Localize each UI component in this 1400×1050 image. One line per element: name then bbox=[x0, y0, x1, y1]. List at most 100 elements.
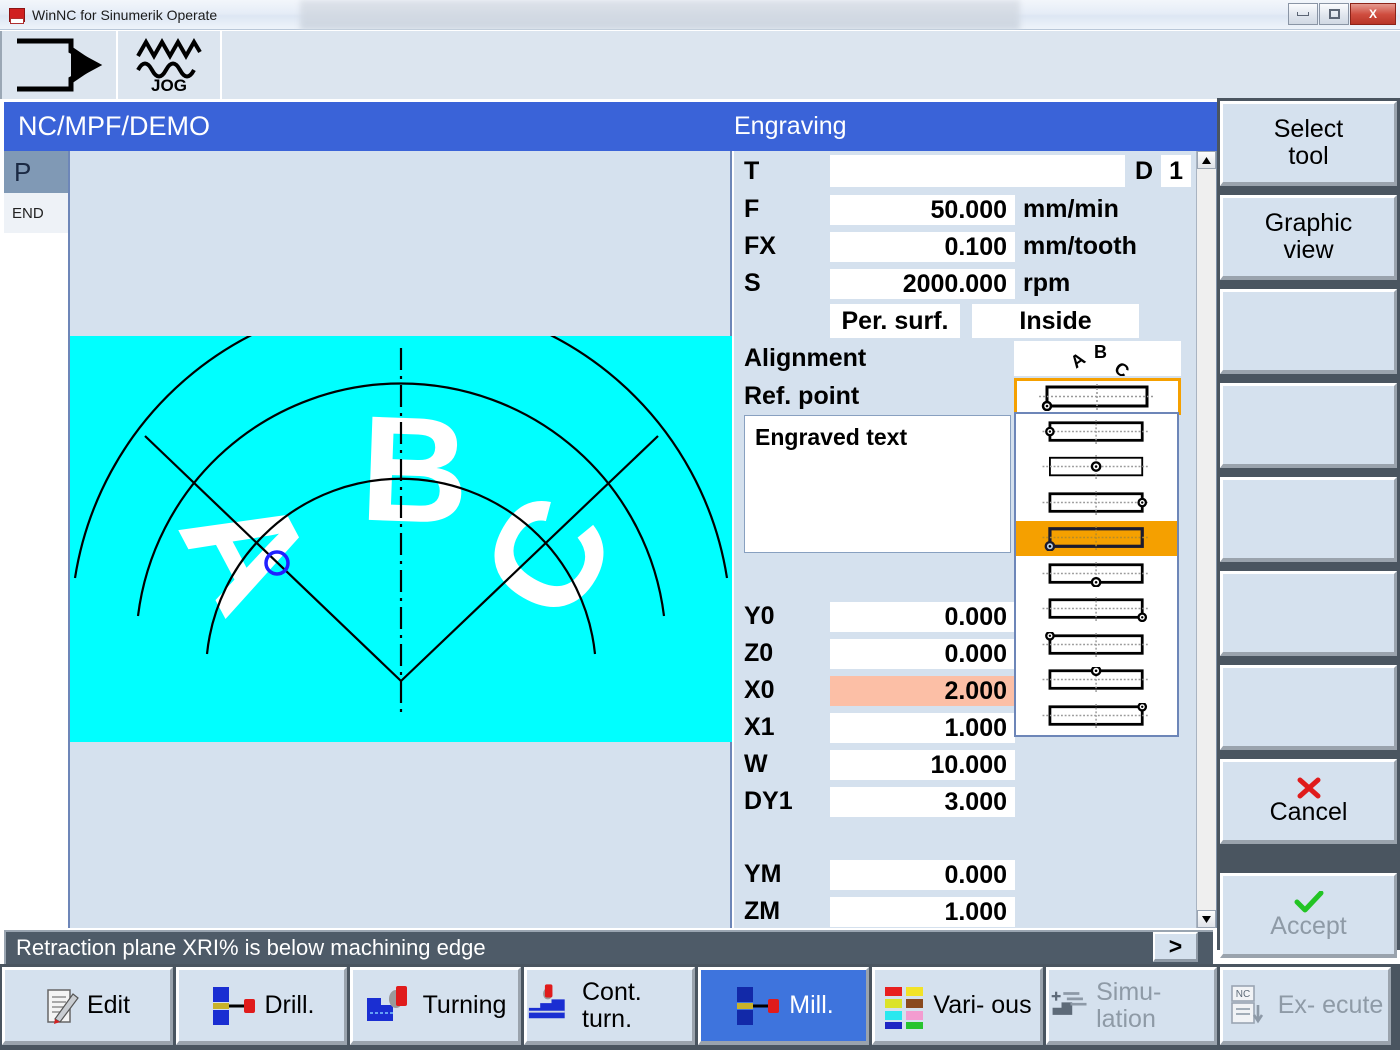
softkey-label: Drill. bbox=[265, 992, 315, 1018]
softkey-empty-6[interactable] bbox=[1220, 571, 1397, 656]
program-marker: P bbox=[4, 151, 68, 193]
coord-label: Z0 bbox=[744, 639, 830, 668]
parameter-scrollbar[interactable] bbox=[1196, 151, 1215, 928]
scroll-down-button[interactable] bbox=[1197, 910, 1216, 928]
green-check-icon bbox=[1293, 891, 1325, 913]
scroll-up-button[interactable] bbox=[1197, 151, 1216, 169]
horizontal-softkey-bar: Edit Drill. Turning bbox=[0, 964, 1400, 1050]
coordinate-row: Y0 0.000 bbox=[744, 598, 1015, 635]
ref-point-middle-center-icon bbox=[1037, 454, 1157, 480]
simulation-icon bbox=[1049, 986, 1090, 1026]
feed-per-tooth-input[interactable]: 0.100 bbox=[830, 232, 1015, 262]
softkey-drill[interactable]: Drill. bbox=[176, 967, 347, 1045]
softkey-label: Cont. turn. bbox=[582, 979, 692, 1032]
engraved-text-label: Engraved text bbox=[745, 416, 1010, 451]
engraved-text-field[interactable]: Engraved text bbox=[744, 415, 1011, 553]
ref-point-middle-right-icon bbox=[1037, 490, 1157, 516]
ref-point-option-selected[interactable] bbox=[1016, 521, 1177, 557]
softkey-empty-3[interactable] bbox=[1220, 289, 1397, 374]
vertical-softkey-bar: Select tool Graphic view Cancel Accept bbox=[1217, 98, 1400, 950]
softkey-mill[interactable]: Mill. bbox=[698, 967, 869, 1045]
softkey-label: Ex- ecute bbox=[1278, 992, 1384, 1018]
svg-text:JOG: JOG bbox=[151, 76, 187, 94]
softkey-label: Vari- ous bbox=[933, 992, 1031, 1018]
mid-coord-input[interactable]: 0.000 bbox=[830, 860, 1015, 890]
spindle-speed-input[interactable]: 2000.000 bbox=[830, 269, 1015, 299]
mid-coordinate-row: ZM 1.000 bbox=[744, 893, 1015, 928]
softkey-various[interactable]: Vari- ous bbox=[872, 967, 1043, 1045]
ref-point-select[interactable] bbox=[1014, 378, 1181, 415]
ref-point-option[interactable] bbox=[1016, 450, 1177, 486]
softkey-contour-turning[interactable]: Cont. turn. bbox=[524, 967, 695, 1045]
softkey-line1: Cancel bbox=[1270, 799, 1348, 826]
tool-input[interactable] bbox=[830, 155, 1125, 187]
contour-turning-icon bbox=[527, 983, 576, 1029]
softkey-empty-4[interactable] bbox=[1220, 383, 1397, 468]
alignment-select[interactable]: A B C bbox=[1014, 341, 1181, 376]
coordinate-row: DY1 3.000 bbox=[744, 783, 1015, 820]
ref-point-dropdown-list[interactable] bbox=[1014, 412, 1179, 737]
program-list-pane[interactable]: P END bbox=[4, 151, 70, 928]
softkey-cancel[interactable]: Cancel bbox=[1220, 759, 1397, 844]
feed-input[interactable]: 50.000 bbox=[830, 195, 1015, 225]
softkey-accept[interactable]: Accept bbox=[1220, 873, 1397, 958]
maximize-button[interactable] bbox=[1319, 3, 1349, 25]
feed-per-tooth-row: FX 0.100 mm/tooth bbox=[734, 228, 1215, 265]
cutting-edge-label: D bbox=[1135, 157, 1153, 186]
feed-unit: mm/min bbox=[1023, 195, 1119, 224]
drill-icon bbox=[209, 983, 259, 1029]
surface-row: Per. surf. Inside bbox=[734, 302, 1215, 340]
ref-point-label: Ref. point bbox=[744, 382, 1014, 411]
window-controls: X bbox=[1288, 3, 1396, 25]
coord-input[interactable]: 0.000 bbox=[830, 602, 1015, 632]
engraving-arc-drawing: A B C bbox=[70, 336, 732, 742]
ref-point-option[interactable] bbox=[1016, 592, 1177, 628]
various-colors-icon bbox=[883, 983, 927, 1029]
coord-input[interactable]: 3.000 bbox=[830, 787, 1015, 817]
surface-side-select[interactable]: Inside bbox=[972, 304, 1139, 338]
ref-point-option[interactable] bbox=[1016, 414, 1177, 450]
coordinate-row: Z0 0.000 bbox=[744, 635, 1015, 672]
turning-icon bbox=[365, 983, 417, 1029]
operating-mode-cell[interactable]: JOG bbox=[118, 31, 222, 99]
softkey-execute[interactable]: NC Ex- ecute bbox=[1220, 967, 1391, 1045]
ref-point-option[interactable] bbox=[1016, 663, 1177, 699]
channel-status-cell[interactable] bbox=[0, 31, 118, 99]
more-alarms-button[interactable]: > bbox=[1153, 932, 1198, 962]
ref-point-option[interactable] bbox=[1016, 556, 1177, 592]
close-button[interactable]: X bbox=[1350, 3, 1396, 25]
ref-point-top-center-icon bbox=[1037, 667, 1157, 693]
coordinate-row: X1 1.000 bbox=[744, 709, 1015, 746]
mid-coord-input[interactable]: 1.000 bbox=[830, 897, 1015, 927]
ref-point-bottom-right-icon bbox=[1037, 596, 1157, 622]
coord-input[interactable]: 0.000 bbox=[830, 639, 1015, 669]
softkey-simulation[interactable]: Simu- lation bbox=[1046, 967, 1217, 1045]
ref-point-option[interactable] bbox=[1016, 627, 1177, 663]
window-title: WinNC for Sinumerik Operate bbox=[32, 7, 217, 23]
coord-input[interactable]: 10.000 bbox=[830, 750, 1015, 780]
minimize-icon bbox=[1297, 12, 1309, 16]
softkey-edit[interactable]: Edit bbox=[2, 967, 173, 1045]
chevron-up-icon bbox=[1202, 157, 1211, 164]
coord-input[interactable]: 1.000 bbox=[830, 713, 1015, 743]
softkey-label: Simu- lation bbox=[1096, 979, 1214, 1032]
softkey-empty-5[interactable] bbox=[1220, 477, 1397, 562]
ref-point-option[interactable] bbox=[1016, 485, 1177, 521]
softkey-turning[interactable]: Turning bbox=[350, 967, 521, 1045]
machine-top-bar: JOG bbox=[0, 30, 1400, 98]
mid-coordinate-group: YM 0.000 ZM 1.000 bbox=[744, 856, 1015, 928]
ref-point-option[interactable] bbox=[1016, 698, 1177, 734]
program-end-item[interactable]: END bbox=[4, 193, 68, 233]
surface-select[interactable]: Per. surf. bbox=[830, 304, 960, 338]
softkey-select-tool[interactable]: Select tool bbox=[1220, 101, 1397, 186]
softkey-empty-7[interactable] bbox=[1220, 665, 1397, 750]
minimize-button[interactable] bbox=[1288, 3, 1318, 25]
scrollbar-track[interactable] bbox=[1197, 169, 1216, 910]
coordinate-group: Y0 0.000 Z0 0.000 X0 2.000 X1 1.000 W 10… bbox=[744, 598, 1015, 820]
feed-per-tooth-unit: mm/tooth bbox=[1023, 232, 1137, 261]
cutting-edge-input[interactable]: 1 bbox=[1161, 155, 1191, 187]
softkey-graphic-view[interactable]: Graphic view bbox=[1220, 195, 1397, 280]
status-message-bar: Retraction plane XRI% is below machining… bbox=[4, 930, 1213, 964]
coord-input-highlighted[interactable]: 2.000 bbox=[830, 676, 1015, 706]
engraved-letter-B: B bbox=[358, 384, 472, 556]
